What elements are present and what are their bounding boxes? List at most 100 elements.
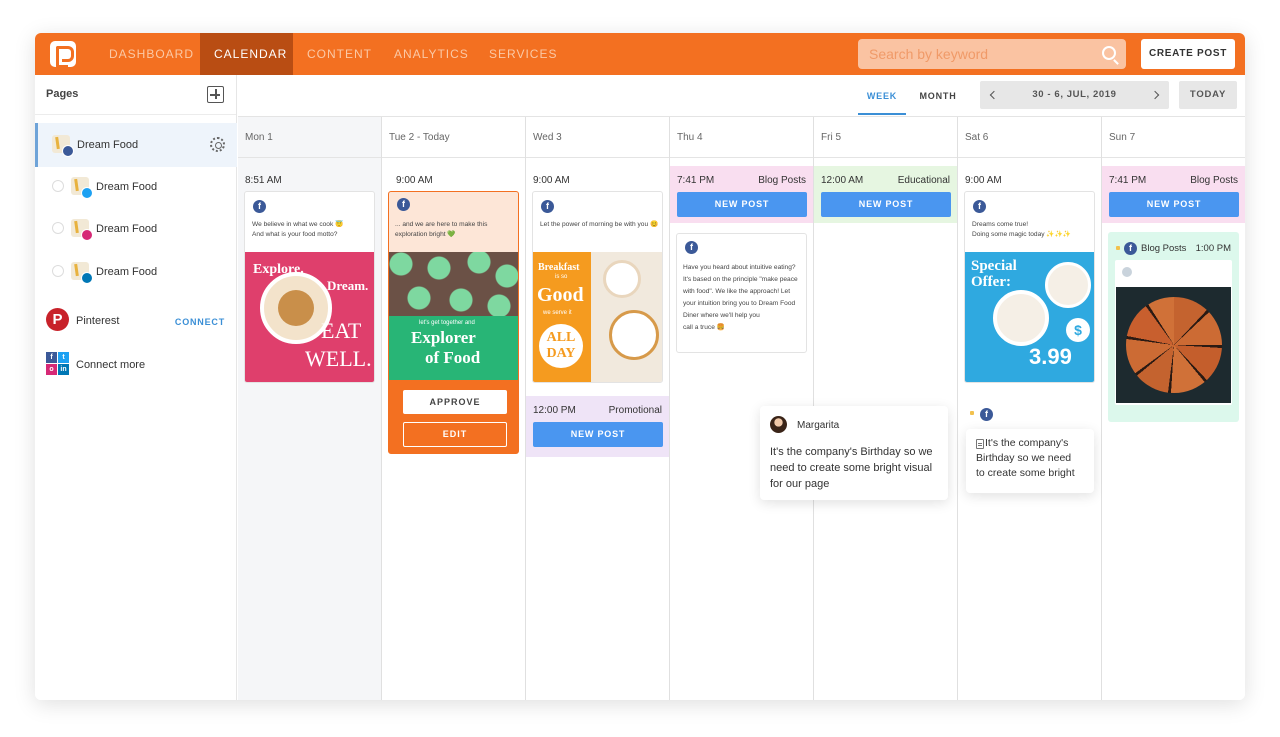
gear-icon[interactable] [210, 137, 225, 152]
post-caption: Have you heard about intuitive eating? [683, 264, 796, 271]
nav-calendar[interactable]: CALENDAR [200, 33, 293, 75]
pizza-graphic [1126, 297, 1222, 393]
page-avatar [1122, 267, 1132, 277]
select-radio[interactable] [52, 265, 64, 277]
sidebar-item-label: Dream Food [77, 139, 139, 151]
pending-marker-icon [970, 411, 974, 415]
today-button[interactable]: TODAY [1179, 81, 1237, 109]
facebook-icon: f [253, 200, 266, 213]
connect-pinterest-link[interactable]: CONNECT [175, 317, 225, 327]
image-text: $ [1066, 318, 1090, 342]
post-caption-area: f ... and we are here to make this explo… [389, 192, 518, 252]
sidebar-item-dream-food-twitter[interactable]: Dream Food [35, 165, 237, 209]
image-text: let's get together and [419, 320, 475, 326]
image-text: ALL [546, 330, 576, 345]
post-caption: Let the power of morning be with you 😊 [540, 221, 659, 228]
note-text: It's the company's [985, 437, 1069, 449]
sidebar-item-dream-food-linkedin[interactable]: Dream Food [35, 250, 237, 294]
sidebar-item-dream-food-instagram[interactable]: Dream Food [35, 207, 237, 251]
slot-time: 12:00 AM [821, 175, 864, 186]
slot-time: 9:00 AM [965, 175, 1002, 186]
post-caption: Doing some magic today ✨✨✨ [972, 231, 1072, 238]
image-text: Explore. [253, 262, 304, 277]
select-radio[interactable] [52, 180, 64, 192]
pages-title: Pages [46, 88, 79, 100]
comment-text: for our page [770, 478, 830, 490]
slot-time: 9:00 AM [533, 175, 570, 186]
image-text: WELL. [305, 346, 372, 371]
sidebar-item-label: Dream Food [96, 223, 158, 235]
post-caption: And what is your food motto? [252, 231, 338, 238]
sidebar-item-dream-food-facebook[interactable]: Dream Food [35, 123, 237, 167]
create-post-button[interactable]: CREATE POST [1141, 39, 1235, 69]
date-range-picker: 30 - 6, JUL, 2019 [980, 81, 1169, 109]
time-slot-promotional[interactable]: 12:00 PM Promotional [526, 396, 669, 425]
post-card[interactable]: f Let the power of morning be with you 😊… [532, 191, 663, 383]
post-caption: We believe in what we cook 😇 [252, 221, 344, 228]
search-input[interactable]: Search by keyword [858, 39, 1126, 69]
slot-kind: Blog Posts [758, 175, 806, 186]
post-caption: Diner where we'll help you [683, 312, 760, 319]
day-column-sat: Sat 6 9:00 AM f Dreams come true! Doing … [958, 117, 1102, 700]
image-text: Dream. [327, 278, 369, 293]
nav-dashboard[interactable]: DASHBOARD [95, 33, 208, 75]
new-post-button[interactable]: NEW POST [533, 422, 663, 447]
nav-services[interactable]: SERVICES [475, 33, 571, 75]
sidebar-item-label: Dream Food [96, 181, 158, 193]
day-header: Mon 1 [238, 117, 381, 158]
post-caption: your intuition bring you to Dream Food [683, 300, 796, 307]
tab-month[interactable]: MONTH [914, 82, 962, 115]
nav-analytics[interactable]: ANALYTICS [380, 33, 483, 75]
scheduled-blog-post[interactable]: f Blog Posts 1:00 PM [1108, 232, 1239, 422]
new-post-button[interactable]: NEW POST [1109, 192, 1239, 217]
note-preview-card[interactable]: It's the company's Birthday so we need t… [966, 429, 1094, 493]
search-placeholder: Search by keyword [869, 46, 989, 62]
day-column-mon: Mon 1 8:51 AM f We believe in what we co… [238, 117, 382, 700]
slot-time: 7:41 PM [1109, 175, 1147, 186]
post-caption: Dreams come true! [972, 221, 1029, 228]
facebook-icon: f [541, 200, 554, 213]
select-radio[interactable] [52, 222, 64, 234]
post-image: Explore. Dream. EAT WELL. [245, 252, 374, 382]
connect-more-link[interactable]: Connect more [76, 359, 145, 371]
new-post-button[interactable]: NEW POST [821, 192, 951, 217]
facebook-icon: f [397, 198, 410, 211]
edit-button[interactable]: EDIT [403, 422, 507, 447]
post-preview [1115, 260, 1232, 405]
app-logo-icon[interactable] [50, 41, 76, 68]
image-banner: let's get together and Explorer of Food [389, 316, 518, 380]
slot-kind: Educational [897, 175, 950, 186]
new-post-button[interactable]: NEW POST [677, 192, 807, 217]
image-text: is so [555, 274, 568, 280]
note-text: Birthday so we need [976, 452, 1072, 464]
approve-button[interactable]: APPROVE [403, 390, 507, 414]
comment-bubble[interactable]: Margarita It's the company's Birthday so… [760, 406, 948, 500]
post-card[interactable]: f Dreams come true! Doing some magic tod… [964, 191, 1095, 383]
pages-sidebar: Pages Dream Food Dream Food Dream Food D… [35, 75, 237, 700]
image-banner: Breakfast is so Good we serve it ALL DAY [533, 252, 591, 382]
avatar [770, 416, 787, 433]
comment-text: It's the company's Birthday so we [770, 446, 933, 458]
tab-week[interactable]: WEEK [858, 82, 906, 115]
day-header: Tue 2 - Today [382, 117, 525, 158]
post-card-pending-approval[interactable]: f ... and we are here to make this explo… [388, 191, 519, 454]
post-image: let's get together and Explorer of Food [389, 252, 518, 380]
facebook-icon: f [1124, 242, 1137, 255]
post-card[interactable]: f Have you heard about intuitive eating?… [676, 233, 807, 353]
date-range-label: 30 - 6, JUL, 2019 [1032, 89, 1117, 100]
search-icon[interactable] [1102, 46, 1116, 60]
slot-time: 7:41 PM [677, 175, 715, 186]
post-caption: with food". We like the approach! Let [683, 288, 791, 295]
image-text: Special [971, 258, 1017, 274]
slot-kind: Promotional [608, 405, 662, 416]
pinterest-label: Pinterest [76, 315, 120, 327]
post-image: Special Offer: $ 3.99 [965, 252, 1094, 382]
note-text: to create some bright [976, 467, 1075, 479]
day-header: Sat 6 [958, 117, 1101, 158]
page-avatar [71, 219, 93, 241]
image-text: 3.99 [1029, 344, 1072, 369]
add-page-icon[interactable] [207, 86, 224, 103]
badge-circle: ALL DAY [539, 324, 583, 368]
post-card[interactable]: f We believe in what we cook 😇 And what … [244, 191, 375, 383]
nav-content[interactable]: CONTENT [293, 33, 386, 75]
